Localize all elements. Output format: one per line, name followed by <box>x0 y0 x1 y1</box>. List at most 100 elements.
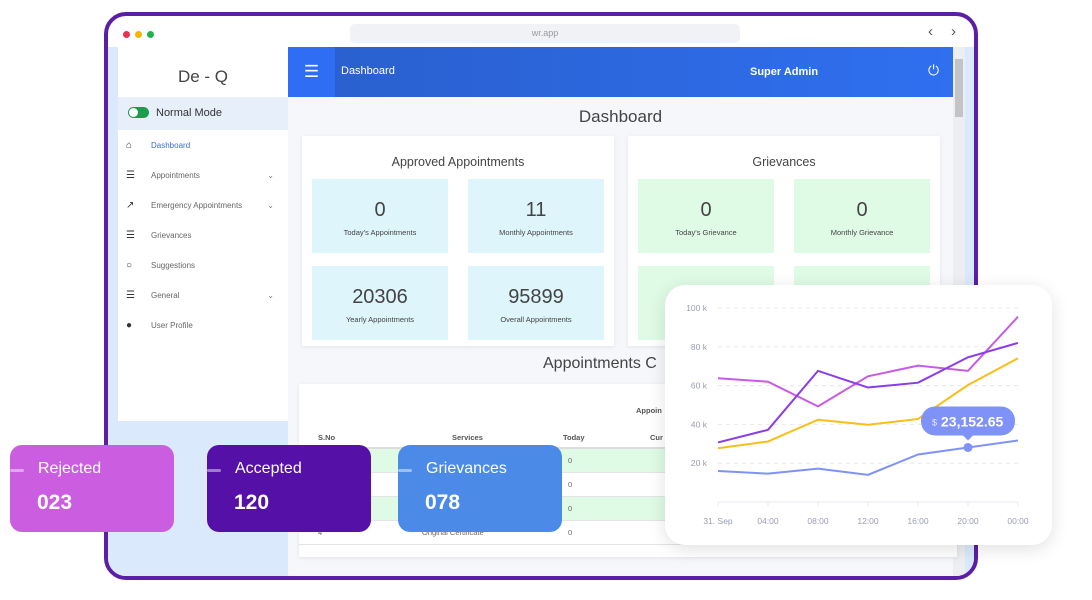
sidebar-item-appointments[interactable]: ☰ Appointments ⌄ <box>118 161 288 191</box>
tooltip-value: 23,152.65 <box>941 413 1003 429</box>
sidebar: De - Q Normal Mode ⌂ Dashboard ☰ Appoint… <box>118 47 288 421</box>
stat-value: 0 <box>374 199 386 221</box>
sidebar-item-label: Dashboard <box>151 141 191 150</box>
stat-tile[interactable]: 95899 Overall Appointments <box>468 266 604 340</box>
stat-label: Monthly Grievance <box>830 228 894 237</box>
stat-value: 20306 <box>352 286 408 308</box>
x-tick-label: 08:00 <box>807 516 829 526</box>
sidebar-item-general[interactable]: ☰ General ⌄ <box>118 281 288 311</box>
series-line-0 <box>717 316 1019 408</box>
approved-appointments-card: Approved Appointments 0 Today's Appointm… <box>302 136 614 346</box>
list-icon: ☰ <box>126 230 135 241</box>
sidebar-item-grievances[interactable]: ☰ Grievances <box>118 221 288 251</box>
url-bar[interactable]: wr.app <box>350 24 740 43</box>
grievances-summary-card[interactable]: Grievances 078 <box>398 445 562 532</box>
summary-value: 078 <box>425 491 461 514</box>
stat-tile[interactable]: 0 Today's Appointments <box>312 179 448 253</box>
y-tick-label: 40 k <box>691 419 708 429</box>
chevron-down-icon[interactable]: ⌄ <box>267 161 274 191</box>
dash-decoration <box>398 469 412 472</box>
x-tick-label: 16:00 <box>907 516 929 526</box>
chevron-down-icon[interactable]: ⌄ <box>267 281 274 311</box>
mode-label: Normal Mode <box>156 107 223 119</box>
top-header: ☰ Dashboard Super Admin ⏻ <box>288 47 953 97</box>
home-icon: ⌂ <box>126 140 133 151</box>
x-tick-label: 31. Sep <box>703 516 733 526</box>
maximize-dot[interactable] <box>147 31 154 38</box>
x-tick-label: 04:00 <box>757 516 779 526</box>
column-header: Cur <box>650 433 663 442</box>
stat-tile[interactable]: 20306 Yearly Appointments <box>312 266 448 340</box>
user-icon: ● <box>126 320 133 331</box>
hamburger-menu-icon[interactable]: ☰ <box>288 47 335 97</box>
table-group-header: Appoin <box>636 406 662 415</box>
external-link-icon: ↗ <box>126 200 135 211</box>
stat-label: Today's Grievance <box>675 228 737 237</box>
summary-label: Accepted <box>235 460 302 477</box>
sidebar-item-user-profile[interactable]: ● User Profile <box>118 311 288 341</box>
accepted-summary-card[interactable]: Accepted 120 <box>207 445 371 532</box>
card-title: Approved Appointments <box>391 155 525 169</box>
stat-value: 0 <box>856 199 868 221</box>
stat-label: Today's Appointments <box>343 228 417 237</box>
x-tick-label: 00:00 <box>1007 516 1029 526</box>
power-icon[interactable]: ⏻ <box>928 62 939 79</box>
scrollbar-thumb[interactable] <box>955 59 963 117</box>
y-tick-label: 100 k <box>686 303 708 313</box>
header-title: Dashboard <box>341 65 395 77</box>
close-dot[interactable] <box>123 31 130 38</box>
forward-arrow-icon[interactable]: › <box>951 23 956 40</box>
column-header: S.No <box>318 433 336 442</box>
sidebar-item-label: Emergency Appointments <box>151 201 243 210</box>
cell-today: 0 <box>568 504 573 513</box>
stat-label: Yearly Appointments <box>345 315 415 324</box>
stat-value: 0 <box>700 199 712 221</box>
summary-value: 023 <box>37 491 73 514</box>
x-tick-label: 12:00 <box>857 516 879 526</box>
list-icon: ☰ <box>126 290 135 301</box>
cell-today: 0 <box>568 456 573 465</box>
list-icon: ☰ <box>126 170 135 181</box>
y-tick-label: 60 k <box>691 381 708 391</box>
sidebar-item-suggestions[interactable]: ○ Suggestions <box>118 251 288 281</box>
tooltip-pointer <box>963 435 973 441</box>
sidebar-item-label: Suggestions <box>151 261 196 270</box>
back-arrow-icon[interactable]: ‹ <box>928 23 933 40</box>
sidebar-item-label: General <box>151 291 180 300</box>
summary-label: Rejected <box>38 460 102 477</box>
line-chart: 20 k 40 k 60 k 80 k 100 k 31. Sep 04:00 08:00 12… <box>686 303 1029 526</box>
user-name[interactable]: Super Admin <box>750 66 818 78</box>
tooltip-currency: $ <box>932 417 937 427</box>
minimize-dot[interactable] <box>135 31 142 38</box>
sidebar-item-emergency-appointments[interactable]: ↗ Emergency Appointments ⌄ <box>118 191 288 221</box>
mode-toggle-row[interactable]: Normal Mode <box>118 97 288 130</box>
stat-tile[interactable]: 0 Monthly Grievance <box>794 179 930 253</box>
y-tick-label: 20 k <box>691 458 708 468</box>
mode-toggle[interactable] <box>128 107 149 118</box>
cell-today: 0 <box>568 528 573 537</box>
x-tick-label: 20:00 <box>957 516 979 526</box>
chat-bubble-icon: ○ <box>126 260 133 271</box>
column-header: Services <box>452 433 483 442</box>
rejected-summary-card[interactable]: Rejected 023 <box>10 445 174 532</box>
y-tick-label: 80 k <box>691 342 708 352</box>
brand-logo: De - Q <box>177 67 229 86</box>
line-chart-card: 20 k 40 k 60 k 80 k 100 k 31. Sep 04:00 08:00 12… <box>665 285 1052 545</box>
column-header: Today <box>563 433 585 442</box>
page-title: Dashboard <box>578 107 663 126</box>
stat-label: Overall Appointments <box>500 315 572 324</box>
cell-today: 0 <box>568 480 573 489</box>
sidebar-item-label: User Profile <box>151 321 193 330</box>
sidebar-item-dashboard[interactable]: ⌂ Dashboard <box>118 131 288 161</box>
highlighted-point <box>963 442 973 452</box>
stat-value: 11 <box>525 199 547 221</box>
sidebar-item-label: Grievances <box>151 231 192 240</box>
chevron-down-icon[interactable]: ⌄ <box>267 191 274 221</box>
card-title: Grievances <box>752 155 816 169</box>
stat-tile[interactable]: 0 Today's Grievance <box>638 179 774 253</box>
summary-label: Grievances <box>426 460 507 477</box>
summary-value: 120 <box>234 491 270 514</box>
dash-decoration <box>10 469 24 472</box>
stat-label: Monthly Appointments <box>499 228 573 237</box>
stat-tile[interactable]: 11 Monthly Appointments <box>468 179 604 253</box>
